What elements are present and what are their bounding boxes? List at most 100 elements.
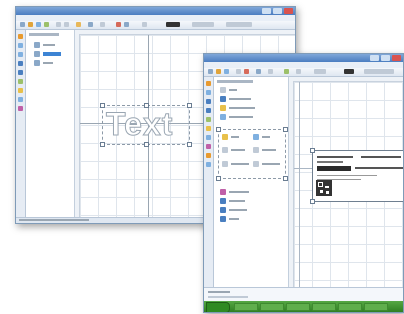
toolbar-icon[interactable] (236, 69, 241, 74)
tree-node-icon (220, 216, 226, 222)
resize-handle[interactable] (100, 142, 105, 147)
resize-handle[interactable] (310, 148, 315, 153)
front-toolbar (204, 68, 403, 77)
toolbar-icon[interactable] (208, 69, 213, 74)
tool-icon[interactable] (206, 153, 211, 158)
tool-icon[interactable] (18, 88, 23, 93)
close-icon[interactable] (392, 55, 401, 61)
toolbar-icon[interactable] (226, 22, 252, 27)
tool-icon[interactable] (18, 61, 23, 66)
resize-handle[interactable] (187, 103, 192, 108)
toolbar-icon[interactable] (124, 22, 129, 27)
tool-icon[interactable] (18, 43, 23, 48)
toolbar-icon[interactable] (268, 69, 273, 74)
canvas-text-object[interactable]: Text (105, 108, 173, 141)
qr-code-icon[interactable] (316, 180, 332, 196)
toolbar-icon[interactable] (36, 22, 41, 27)
tree-item[interactable] (34, 60, 53, 66)
taskbar-button[interactable] (338, 303, 362, 311)
resize-handle[interactable] (100, 103, 105, 108)
toolbar-icon[interactable] (216, 69, 221, 74)
taskbar-button[interactable] (364, 303, 388, 311)
resize-handle[interactable] (144, 142, 149, 147)
tree-item[interactable] (222, 161, 249, 167)
front-window (203, 53, 404, 313)
tree-item[interactable] (253, 147, 276, 153)
taskbar-button[interactable] (312, 303, 336, 311)
tree-item[interactable] (220, 105, 255, 111)
front-title-bar[interactable] (204, 54, 403, 62)
tree-item[interactable] (34, 42, 55, 48)
tree-item[interactable] (220, 96, 251, 102)
maximize-icon[interactable] (381, 55, 390, 61)
toolbar-icon[interactable] (256, 69, 261, 74)
tool-icon[interactable] (206, 162, 211, 167)
tree-item[interactable] (220, 189, 249, 195)
tool-icon[interactable] (206, 135, 211, 140)
toolbar-icon[interactable] (224, 69, 229, 74)
text-object-frame[interactable]: Text (100, 103, 192, 147)
tool-icon[interactable] (18, 34, 23, 39)
tool-icon[interactable] (206, 90, 211, 95)
toolbar-icon[interactable] (88, 22, 93, 27)
toolbar-icon[interactable] (192, 22, 214, 27)
toolbar-icon[interactable] (64, 22, 69, 27)
maximize-icon[interactable] (273, 8, 282, 14)
toolbar-icon[interactable] (284, 69, 289, 74)
toolbar-icon[interactable] (344, 69, 354, 74)
tool-icon[interactable] (18, 52, 23, 57)
close-icon[interactable] (284, 8, 293, 14)
tree-node-icon (253, 161, 259, 167)
tool-icon[interactable] (206, 126, 211, 131)
taskbar-button[interactable] (286, 303, 310, 311)
toolbar-icon[interactable] (364, 69, 394, 74)
tree-item[interactable] (222, 134, 239, 140)
tree-item[interactable] (222, 147, 245, 153)
resize-handle[interactable] (283, 176, 288, 181)
tool-icon[interactable] (206, 144, 211, 149)
tree-item[interactable] (220, 207, 247, 213)
tree-node-icon (220, 114, 226, 120)
resize-handle[interactable] (216, 176, 221, 181)
taskbar-button[interactable] (260, 303, 284, 311)
toolbar-icon[interactable] (56, 22, 61, 27)
resize-handle[interactable] (187, 142, 192, 147)
toolbar-icon[interactable] (142, 22, 147, 27)
tool-icon[interactable] (206, 99, 211, 104)
tree-selection-frame[interactable] (216, 127, 288, 181)
tool-icon[interactable] (206, 81, 211, 86)
start-button-icon[interactable] (206, 302, 230, 312)
tree-item[interactable] (253, 161, 280, 167)
toolbar-icon[interactable] (244, 69, 249, 74)
tool-icon[interactable] (206, 117, 211, 122)
tool-icon[interactable] (18, 106, 23, 111)
tool-icon[interactable] (18, 70, 23, 75)
front-design-canvas[interactable] (294, 82, 403, 287)
toolbar-icon[interactable] (296, 69, 301, 74)
toolbar-icon[interactable] (76, 22, 81, 27)
resize-handle[interactable] (144, 103, 149, 108)
resize-handle[interactable] (216, 127, 221, 132)
tree-item[interactable] (220, 87, 237, 93)
back-title-bar[interactable] (16, 7, 295, 15)
toolbar-icon[interactable] (116, 22, 121, 27)
tree-item[interactable] (220, 216, 239, 222)
tree-item[interactable] (220, 198, 245, 204)
taskbar-button[interactable] (234, 303, 258, 311)
tree-item[interactable] (253, 134, 270, 140)
minimize-icon[interactable] (262, 8, 271, 14)
tool-icon[interactable] (18, 79, 23, 84)
resize-handle[interactable] (283, 127, 288, 132)
toolbar-icon[interactable] (20, 22, 25, 27)
tool-icon[interactable] (206, 108, 211, 113)
toolbar-icon[interactable] (314, 69, 326, 74)
resize-handle[interactable] (310, 199, 315, 204)
toolbar-icon[interactable] (44, 22, 49, 27)
toolbar-icon[interactable] (100, 22, 105, 27)
toolbar-icon[interactable] (166, 22, 180, 27)
tree-item-selected[interactable] (34, 51, 61, 57)
tool-icon[interactable] (18, 97, 23, 102)
minimize-icon[interactable] (370, 55, 379, 61)
toolbar-icon[interactable] (28, 22, 33, 27)
tree-item[interactable] (220, 114, 253, 120)
